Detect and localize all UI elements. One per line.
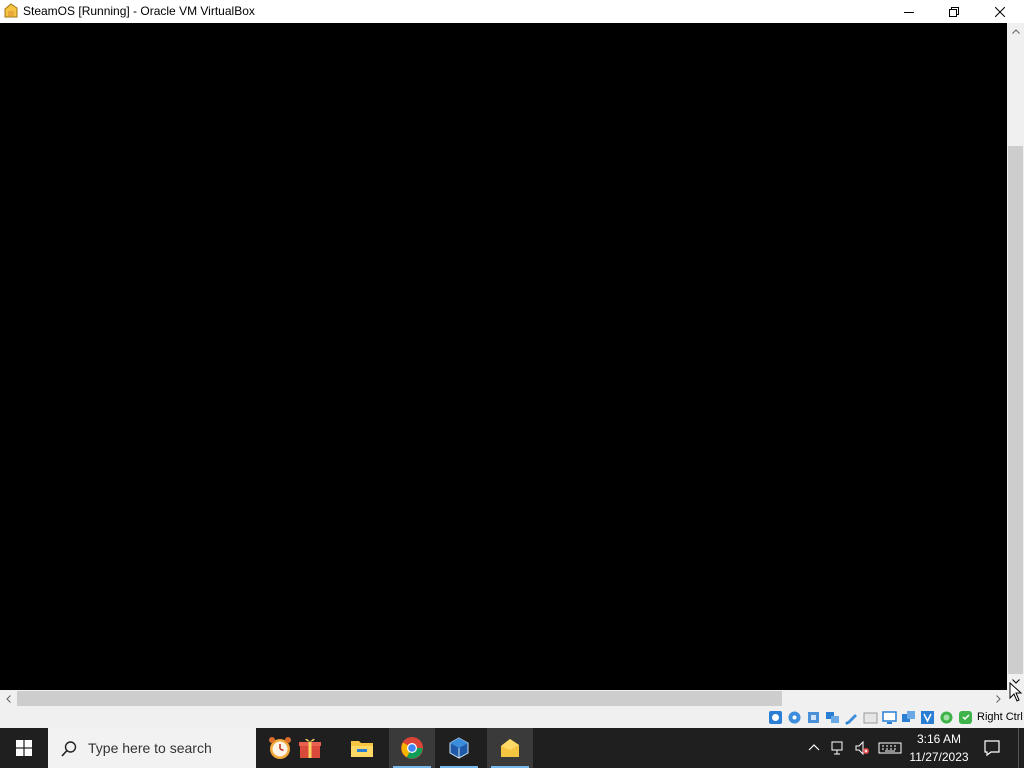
search-icon [61,741,77,757]
vertical-scrollbar[interactable] [1007,23,1024,690]
close-icon [994,6,1005,17]
vertical-scroll-thumb[interactable] [1008,146,1023,674]
scroll-up-button[interactable] [1007,23,1024,40]
taskbar-gift-app[interactable] [287,728,333,768]
mouse-integration-icon[interactable] [957,709,974,726]
hard-disk-icon[interactable] [767,709,784,726]
status-indicators [767,709,974,726]
virtualbox-cube-icon [449,737,469,759]
notification-icon [984,740,1000,757]
windows-logo-icon [16,740,32,756]
close-button[interactable] [977,0,1022,23]
search-placeholder: Type here to search [88,740,212,756]
window-title: SteamOS [Running] - Oracle VM VirtualBox [23,4,255,18]
taskbar-chrome[interactable] [389,728,435,768]
cpu-icon[interactable] [938,709,955,726]
show-desktop-button[interactable] [1018,728,1024,768]
chevron-right-icon [996,694,1001,703]
gift-icon [299,738,321,758]
display-icon[interactable] [881,709,898,726]
file-explorer-icon [351,741,373,757]
scroll-left-button[interactable] [0,690,17,707]
window-titlebar[interactable]: SteamOS [Running] - Oracle VM VirtualBox [0,0,1024,23]
chevron-up-icon [1011,29,1020,34]
scroll-right-button[interactable] [990,690,1007,707]
keyboard-icon[interactable] [878,740,902,756]
network-icon[interactable] [830,740,846,756]
action-center-button[interactable] [980,728,1004,768]
chevron-left-icon [6,694,11,703]
chevron-up-icon[interactable] [806,740,822,756]
virtualization-icon[interactable] [919,709,936,726]
taskbar-file-explorer[interactable] [339,728,385,768]
vm-display[interactable] [0,23,1007,690]
usb-icon[interactable] [843,709,860,726]
clock-time[interactable]: 3:16 AM [904,732,974,746]
taskbar: Type here to search 3:16 AM 11/27/2023 [0,728,1024,768]
restore-icon [948,6,959,17]
horizontal-scroll-thumb[interactable] [17,691,782,706]
network-icon[interactable] [824,709,841,726]
taskbar-virtualbox-vm-window[interactable] [487,728,533,768]
volume-muted-icon[interactable] [854,740,870,756]
restore-button[interactable] [931,0,976,23]
taskbar-virtualbox-manager[interactable] [436,728,482,768]
shared-folders-icon[interactable] [862,709,879,726]
chrome-icon [401,737,423,759]
taskbar-search-box[interactable]: Type here to search [48,728,256,768]
mouse-pointer-icon [1009,682,1023,702]
horizontal-scrollbar[interactable] [0,690,1007,707]
video-capture-icon[interactable] [900,709,917,726]
minimize-button[interactable] [886,0,931,23]
minimize-icon [903,11,914,13]
audio-icon[interactable] [805,709,822,726]
vm-statusbar: Right Ctrl [0,707,1024,728]
start-button[interactable] [0,728,48,768]
steamos-vm-icon [501,739,519,757]
virtualbox-vm-icon [4,3,18,18]
host-key-label[interactable]: Right Ctrl [977,711,1023,723]
optical-drive-icon[interactable] [786,709,803,726]
clock-date[interactable]: 11/27/2023 [904,750,974,764]
